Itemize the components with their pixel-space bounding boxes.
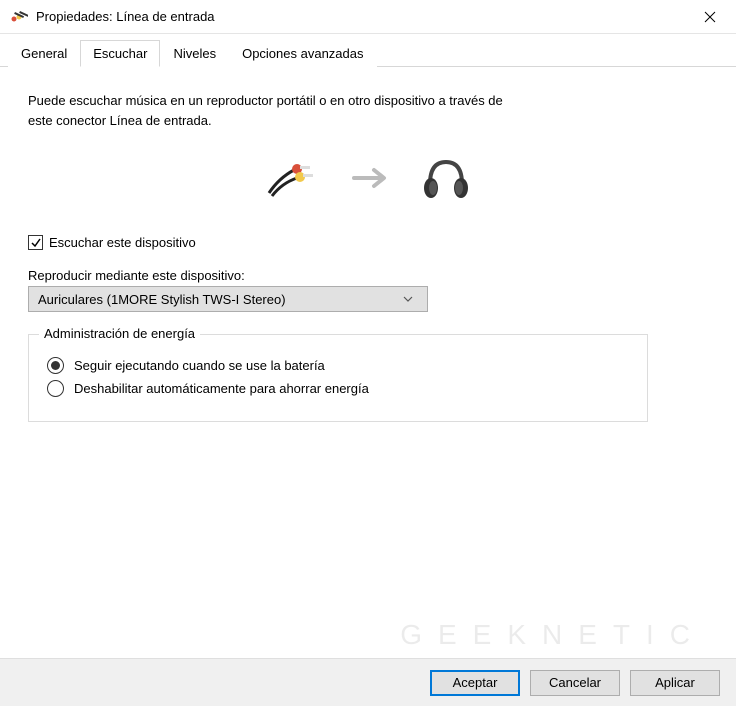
tab-niveles[interactable]: Niveles: [160, 40, 229, 67]
radio-keep-running[interactable]: [47, 357, 64, 374]
watermark: GEEKNETIC: [400, 619, 706, 651]
tab-content: Puede escuchar música en un reproductor …: [0, 67, 736, 446]
app-icon: [10, 11, 28, 23]
illustration: [28, 154, 708, 205]
close-button[interactable]: [684, 0, 736, 34]
tab-escuchar[interactable]: Escuchar: [80, 40, 160, 67]
dialog-footer: Aceptar Cancelar Aplicar: [0, 658, 736, 706]
apply-button[interactable]: Aplicar: [630, 670, 720, 696]
listen-checkbox-label: Escuchar este dispositivo: [49, 235, 196, 250]
tab-strip: General Escuchar Niveles Opciones avanza…: [0, 34, 736, 67]
chevron-down-icon: [403, 294, 413, 305]
playback-device-value: Auriculares (1MORE Stylish TWS-I Stereo): [38, 292, 286, 307]
radio-disable[interactable]: [47, 380, 64, 397]
description-text: Puede escuchar música en un reproductor …: [28, 91, 528, 130]
listen-checkbox[interactable]: [28, 235, 43, 250]
listen-checkbox-row: Escuchar este dispositivo: [28, 235, 708, 250]
titlebar: Propiedades: Línea de entrada: [0, 0, 736, 34]
playback-device-dropdown[interactable]: Auriculares (1MORE Stylish TWS-I Stereo): [28, 286, 428, 312]
radio-row-disable: Deshabilitar automáticamente para ahorra…: [47, 380, 629, 397]
power-group-title: Administración de energía: [39, 326, 200, 341]
headphones-icon: [420, 154, 472, 205]
ok-button[interactable]: Aceptar: [430, 670, 520, 696]
radio-disable-label: Deshabilitar automáticamente para ahorra…: [74, 381, 369, 396]
tab-general[interactable]: General: [8, 40, 80, 67]
playback-device-label: Reproducir mediante este dispositivo:: [28, 268, 708, 283]
cancel-button[interactable]: Cancelar: [530, 670, 620, 696]
radio-keep-running-label: Seguir ejecutando cuando se use la bater…: [74, 358, 325, 373]
window-title: Propiedades: Línea de entrada: [36, 9, 684, 24]
arrow-right-icon: [352, 166, 392, 193]
radio-row-keep-running: Seguir ejecutando cuando se use la bater…: [47, 357, 629, 374]
rca-cable-icon: [264, 158, 324, 201]
tab-opciones-avanzadas[interactable]: Opciones avanzadas: [229, 40, 376, 67]
power-management-group: Administración de energía Seguir ejecuta…: [28, 334, 648, 422]
